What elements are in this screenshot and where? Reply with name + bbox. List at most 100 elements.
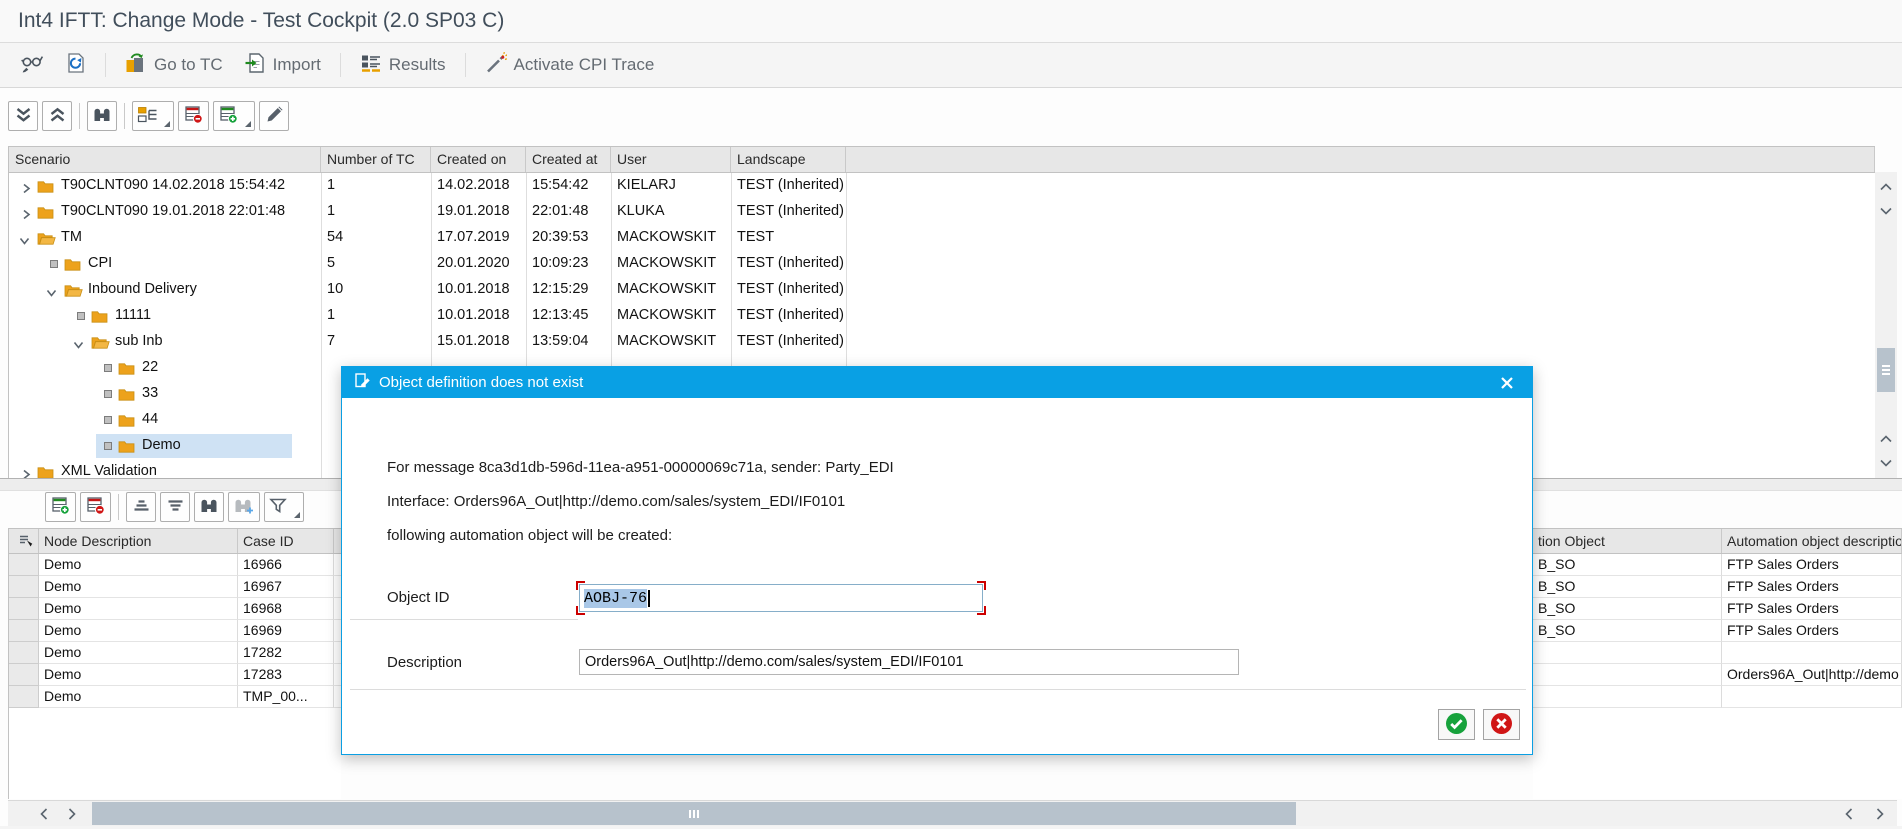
edit-button[interactable] [259,101,289,131]
table-row[interactable] [1533,686,1902,708]
column-header-landscape[interactable]: Landscape [731,147,846,172]
expand-all-button[interactable] [8,101,38,131]
column-header-created-on[interactable]: Created on [431,147,526,172]
vertical-scroll-thumb[interactable] [1877,348,1895,392]
scroll-up-icon[interactable] [1875,176,1897,198]
cell-automation-description: FTP Sales Orders [1722,576,1902,598]
scroll-left-icon[interactable] [30,801,58,826]
delete-row-button[interactable] [178,101,209,131]
tree-node-label[interactable]: Inbound Delivery [88,281,197,297]
tree-cell-created_on: 19.01.2018 [437,203,510,219]
scroll-right-icon[interactable] [1866,801,1894,826]
tree-cell-user: MACKOWSKIT [617,281,716,297]
scroll-up-icon[interactable] [1875,428,1897,450]
tree-row[interactable]: CPI520.01.202010:09:23MACKOWSKITTEST (In… [9,251,1875,277]
scroll-down-icon[interactable] [1875,200,1897,222]
table-row[interactable]: B_SOFTP Sales Orders [1533,576,1902,598]
sort-descending-button[interactable] [160,492,190,522]
tree-row[interactable]: T90CLNT090 14.02.2018 15:54:42114.02.201… [9,173,1875,199]
row-selector[interactable] [9,554,39,576]
tree-node-label[interactable]: TM [61,229,82,245]
tree-row[interactable]: T90CLNT090 19.01.2018 22:01:48119.01.201… [9,199,1875,225]
column-header-created-at[interactable]: Created at [526,147,611,172]
insert-row-button[interactable] [213,101,255,131]
select-all-button[interactable] [9,529,39,553]
table-row[interactable]: B_SOFTP Sales Orders [1533,598,1902,620]
description-input[interactable] [579,649,1239,675]
object-id-input[interactable]: AOBJ-76 [579,584,983,612]
scroll-left-icon[interactable] [1835,801,1863,826]
column-header-number-of-tc[interactable]: Number of TC [321,147,431,172]
tree-node-label[interactable]: XML Validation [61,463,157,479]
display-change-button[interactable] [14,49,50,81]
tree-node-label[interactable]: 22 [142,359,158,375]
horizontal-scroll-thumb[interactable] [92,802,1296,825]
tree-vertical-scrollbar[interactable] [1875,172,1897,478]
tree-collapse-icon[interactable] [46,285,57,303]
column-header-scenario[interactable]: Scenario [9,147,321,172]
tree-node-label[interactable]: T90CLNT090 14.02.2018 15:54:42 [61,177,285,193]
tree-expand-icon[interactable] [21,181,32,199]
table-row[interactable]: Demo17282 [9,642,341,664]
tree-collapse-icon[interactable] [73,337,84,355]
table-row[interactable]: Demo17283 [9,664,341,686]
import-button[interactable]: Import [238,49,327,82]
delete-row-button[interactable] [80,492,111,522]
scroll-right-icon[interactable] [58,801,86,826]
results-button[interactable]: Results [354,50,452,81]
row-selector[interactable] [9,598,39,620]
column-tree-button[interactable] [132,101,174,131]
row-selector[interactable] [9,664,39,686]
tree-node-label[interactable]: 44 [142,411,158,427]
tree-node-label[interactable]: 11111 [115,307,151,323]
scroll-down-icon[interactable] [1875,452,1897,474]
tree-node-label[interactable]: Demo [142,437,181,453]
cell-sliver [334,664,341,686]
tree-row[interactable]: Inbound Delivery1010.01.201812:15:29MACK… [9,277,1875,303]
close-icon[interactable] [1494,370,1520,396]
tree-expand-icon[interactable] [21,207,32,225]
table-row[interactable]: Demo16968 [9,598,341,620]
tree-row[interactable]: TM5417.07.201920:39:53MACKOWSKITTEST [9,225,1875,251]
column-header-tion-object[interactable]: tion Object [1533,529,1722,553]
row-selector[interactable] [9,686,39,708]
find-next-icon [233,497,255,518]
column-header-user[interactable]: User [611,147,731,172]
confirm-button[interactable] [1438,709,1475,740]
table-row[interactable]: Demo16969 [9,620,341,642]
refresh-button[interactable] [59,49,92,82]
tree-cell-tc: 1 [327,307,335,323]
tree-node-label[interactable]: T90CLNT090 19.01.2018 22:01:48 [61,203,285,219]
table-row[interactable]: B_SOFTP Sales Orders [1533,554,1902,576]
dialog-title-bar[interactable]: Object definition does not exist [342,367,1532,398]
horizontal-scrollbar[interactable] [8,800,1897,826]
row-selector[interactable] [9,620,39,642]
find-next-button[interactable] [228,492,260,522]
table-row[interactable]: Demo16967 [9,576,341,598]
table-row[interactable]: Demo16966 [9,554,341,576]
find-button[interactable] [87,101,117,131]
tree-collapse-icon[interactable] [19,233,30,251]
insert-row-button[interactable] [45,492,76,522]
cancel-button[interactable] [1483,709,1520,740]
row-selector[interactable] [9,642,39,664]
activate-cpi-trace-button[interactable]: Activate CPI Trace [479,49,661,82]
table-row[interactable]: B_SOFTP Sales Orders [1533,620,1902,642]
row-selector[interactable] [9,576,39,598]
table-row[interactable] [1533,642,1902,664]
find-button[interactable] [194,492,224,522]
table-row[interactable]: DemoTMP_00... [9,686,341,708]
collapse-all-button[interactable] [42,101,72,131]
filter-button[interactable] [264,492,304,522]
column-header-case-id[interactable]: Case ID [238,529,334,553]
go-to-tc-button[interactable]: Go to TC [119,49,229,82]
sort-ascending-button[interactable] [126,492,156,522]
column-header-automation-object-description[interactable]: Automation object description [1722,529,1902,553]
tree-row[interactable]: sub Inb715.01.201813:59:04MACKOWSKITTEST… [9,329,1875,355]
tree-node-label[interactable]: 33 [142,385,158,401]
tree-node-label[interactable]: sub Inb [115,333,163,349]
column-header-node-description[interactable]: Node Description [39,529,238,553]
table-row[interactable]: Orders96A_Out|http://demo [1533,664,1902,686]
tree-node-label[interactable]: CPI [88,255,112,271]
tree-row[interactable]: 11111110.01.201812:13:45MACKOWSKITTEST (… [9,303,1875,329]
